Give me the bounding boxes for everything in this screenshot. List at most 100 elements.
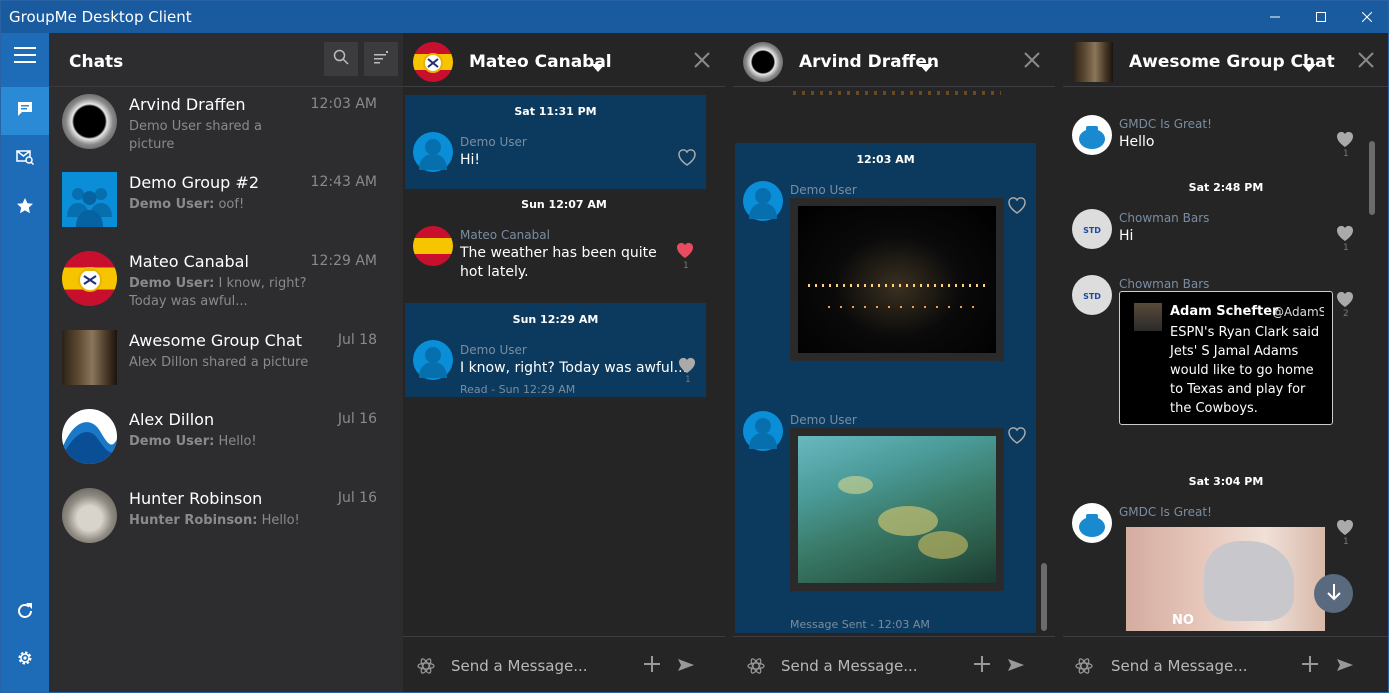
emoji-icon[interactable] [747,657,765,679]
refresh-icon [16,602,34,624]
nav-chats-button[interactable] [1,87,49,135]
meme-image[interactable]: NO [1126,527,1325,631]
chat-preview: Alex Dillon shared a picture [129,354,309,372]
close-icon [693,52,711,73]
pane-title[interactable]: Arvind Draffen [799,52,939,72]
avatar: STD [1072,209,1112,249]
like-button[interactable] [677,148,697,166]
settings-button[interactable] [1,636,49,684]
like-button[interactable] [1335,518,1355,536]
chevron-down-icon[interactable] [919,57,933,76]
chat-time: 12:43 AM [310,174,377,190]
message-sender: Demo User [460,343,527,357]
scroll-to-bottom-button[interactable] [1314,574,1353,613]
star-icon [16,197,34,219]
emoji-icon[interactable] [417,657,435,679]
send-icon[interactable] [1007,657,1025,676]
tweet-avatar [1134,303,1162,331]
emoji-icon[interactable] [1075,657,1093,679]
like-count: 1 [1343,537,1349,547]
chat-preview-text: Hello! [214,434,257,449]
message-input[interactable]: Send a Message... [1111,657,1248,675]
chat-item-hunter-robinson[interactable]: Hunter Robinson Jul 16 Hunter Robinson: … [49,482,403,560]
tweet-card[interactable]: Adam Schefter @AdamScl ESPN's Ryan Clark… [1119,291,1333,425]
chat-preview: Demo User: I know, right? Today was awfu… [129,275,309,311]
svg-text:STD: STD [1083,226,1101,235]
avatar [62,251,117,306]
avatar [62,94,117,149]
plus-icon[interactable] [643,655,661,677]
nav-messages-search-button[interactable] [1,135,49,183]
pane-avatar [413,42,453,82]
hamburger-menu-button[interactable] [1,33,49,81]
chat-preview: Demo User: Hello! [129,433,309,451]
chevron-down-icon[interactable] [1302,57,1316,76]
chevron-down-icon[interactable] [591,57,605,76]
like-button[interactable] [1335,130,1355,148]
like-button[interactable] [677,356,697,374]
message-input[interactable]: Send a Message... [451,657,588,675]
read-receipt: Read - Sun 12:29 AM [460,383,576,396]
minimize-button[interactable] [1252,1,1298,33]
message-text: Hi! [460,152,481,168]
search-chats-button[interactable] [324,42,358,76]
message-image[interactable] [790,198,1004,361]
avatar [1072,503,1112,543]
like-button[interactable] [1007,196,1027,214]
title-bar: GroupMe Desktop Client [1,1,1388,33]
arrow-down-icon [1326,583,1342,605]
message-sender: Mateo Canabal [460,228,550,242]
message-image[interactable] [790,428,1004,591]
filter-chats-button[interactable] [364,42,398,76]
window-title: GroupMe Desktop Client [9,8,192,26]
scrollbar-thumb[interactable] [1369,141,1375,215]
refresh-button[interactable] [1,589,49,637]
sent-status: Message Sent - 12:03 AM [790,618,930,631]
partial-image-strip [793,91,1001,95]
scrollbar-thumb[interactable] [1041,563,1047,631]
maximize-button[interactable] [1298,1,1344,33]
chat-preview: Demo User shared a picture [129,118,309,154]
chat-preview-sender: Hunter Robinson: [129,513,258,528]
nav-rail [1,33,49,692]
chat-item-mateo-canabal[interactable]: Mateo Canabal 12:29 AM Demo User: I know… [49,245,403,323]
close-pane-button[interactable] [1357,51,1377,71]
message-input[interactable]: Send a Message... [781,657,918,675]
chat-preview-sender: Demo User: [129,197,215,212]
chat-item-demo-group-2[interactable]: Demo Group #2 12:43 AM Demo User: oof! [49,166,403,244]
like-count: 2 [1343,309,1349,319]
chat-list-panel: Chats Arvind Draffen 12:03 AM Demo User … [49,33,403,692]
close-pane-button[interactable] [693,51,713,71]
like-button[interactable] [1007,426,1027,444]
date-separator: Sat 2:48 PM [1188,181,1264,194]
chat-item-alex-dillon[interactable]: Alex Dillon Jul 16 Demo User: Hello! [49,403,403,481]
chat-name: Arvind Draffen [129,95,246,114]
chat-preview: Demo User: oof! [129,196,309,214]
nav-starred-button[interactable] [1,184,49,232]
tweet-handle: @AdamScl [1272,305,1324,319]
message-sender: Demo User [460,135,527,149]
chat-list-title: Chats [69,52,124,72]
chat-pane-awesome-group-chat: Awesome Group Chat GMDC Is Great! Hello … [1063,33,1388,692]
pane-avatar [743,42,783,82]
svg-text:STD: STD [1083,292,1101,301]
plus-icon[interactable] [973,655,991,677]
message-sender: Chowman Bars [1119,277,1210,291]
chat-time: Jul 16 [337,490,377,506]
chat-item-awesome-group-chat[interactable]: Awesome Group Chat Jul 18 Alex Dillon sh… [49,324,403,402]
like-button[interactable] [1335,224,1355,242]
chat-item-arvind-draffen[interactable]: Arvind Draffen 12:03 AM Demo User shared… [49,88,403,166]
plus-icon[interactable] [1301,655,1319,677]
send-icon[interactable] [1336,657,1354,676]
meme-caption: NO [1172,613,1194,628]
like-button[interactable] [675,241,695,259]
chat-icon [16,100,34,122]
like-button[interactable] [1335,290,1355,308]
chat-time: Jul 16 [337,411,377,427]
close-window-button[interactable] [1344,1,1388,33]
avatar: STD [1072,275,1112,315]
send-icon[interactable] [677,657,695,676]
chat-name: Demo Group #2 [129,173,260,192]
avatar [413,132,453,172]
close-pane-button[interactable] [1023,51,1043,71]
